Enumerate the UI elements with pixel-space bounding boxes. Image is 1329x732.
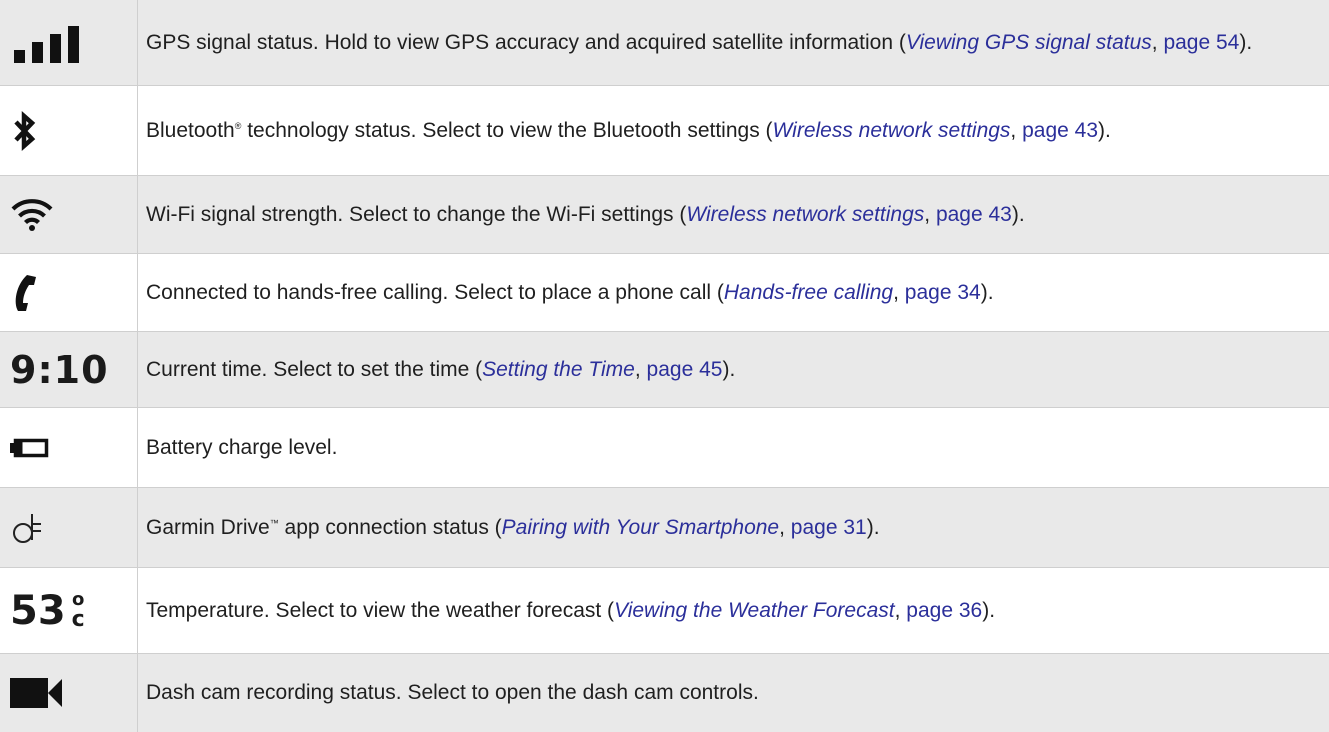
icon-cell (0, 654, 138, 732)
dash-cam-icon (10, 678, 62, 708)
description-text: Connected to hands-free calling. Select … (146, 280, 724, 304)
separator: , (924, 202, 936, 226)
phone-icon (15, 274, 36, 311)
icon-cell (0, 86, 138, 175)
description-cell: Wi-Fi signal strength. Select to change … (138, 176, 1329, 253)
status-icon-table: GPS signal status. Hold to view GPS accu… (0, 0, 1329, 732)
garmin-drive-icon (13, 513, 41, 543)
closing-text: ). (722, 357, 736, 381)
closing-text: ). (1098, 118, 1111, 142)
wifi-icon (11, 198, 53, 231)
cross-reference-link[interactable]: Pairing with Your Smartphone (502, 516, 779, 539)
table-row: Connected to hands-free calling. Select … (0, 254, 1329, 332)
clock-icon: 9:10 (10, 347, 109, 392)
separator: , (894, 598, 907, 622)
icon-cell: 53 o c (0, 568, 138, 653)
cross-reference-link[interactable]: Viewing GPS signal status (906, 31, 1152, 54)
bluetooth-icon (14, 110, 36, 151)
degree-unit-icon: o c (71, 588, 85, 632)
table-row: GPS signal status. Hold to view GPS accu… (0, 0, 1329, 86)
page-reference-link[interactable]: page 45 (647, 358, 723, 381)
page-reference-link[interactable]: page 34 (905, 281, 981, 304)
page-reference-link[interactable]: page 43 (1022, 119, 1098, 142)
cross-reference-link[interactable]: Viewing the Weather Forecast (614, 599, 895, 622)
icon-cell (0, 488, 138, 567)
description-text: Wi-Fi signal strength. Select to change … (146, 202, 687, 226)
closing-text: ). (980, 280, 994, 304)
separator: , (634, 357, 647, 381)
description-text-cont: app connection status ( (278, 515, 502, 539)
gps-signal-icon (14, 25, 79, 63)
description-text: Bluetooth (146, 118, 235, 142)
page-reference-link[interactable]: page 43 (936, 203, 1012, 226)
table-row: Garmin Drive™ app connection status (Pai… (0, 488, 1329, 568)
table-row: Dash cam recording status. Select to ope… (0, 654, 1329, 732)
temperature-icon: 53 (10, 587, 66, 634)
cross-reference-link[interactable]: Wireless network settings (686, 203, 924, 226)
trademark-mark: ™ (269, 517, 279, 528)
table-row: 9:10 Current time. Select to set the tim… (0, 332, 1329, 408)
cross-reference-link[interactable]: Hands-free calling (724, 281, 893, 304)
closing-text: ). (1239, 30, 1253, 54)
table-row: Battery charge level. (0, 408, 1329, 488)
unit-letter: c (71, 606, 85, 632)
table-row: Bluetooth® technology status. Select to … (0, 86, 1329, 176)
description-cell: Connected to hands-free calling. Select … (138, 254, 1329, 331)
description-text: Temperature. Select to view the weather … (146, 598, 615, 622)
cross-reference-link[interactable]: Setting the Time (482, 358, 635, 381)
icon-cell (0, 408, 138, 487)
description-cell: Battery charge level. (138, 408, 1329, 487)
description-cell: Temperature. Select to view the weather … (138, 568, 1329, 653)
description-cell: GPS signal status. Hold to view GPS accu… (138, 0, 1329, 85)
cross-reference-link[interactable]: Wireless network settings (773, 119, 1011, 142)
separator: , (779, 515, 791, 539)
separator: , (893, 280, 905, 304)
table-row: 53 o c Temperature. Select to view the w… (0, 568, 1329, 654)
description-cell: Garmin Drive™ app connection status (Pai… (138, 488, 1329, 567)
description-cell: Current time. Select to set the time (Se… (138, 332, 1329, 407)
description-text: Current time. Select to set the time ( (146, 357, 483, 381)
closing-text: ). (866, 515, 880, 539)
battery-icon (10, 438, 49, 457)
description-text: Garmin Drive (146, 515, 270, 539)
page-reference-link[interactable]: page 36 (906, 599, 982, 622)
description-text: GPS signal status. Hold to view GPS accu… (146, 30, 906, 54)
icon-cell (0, 0, 138, 85)
description-cell: Dash cam recording status. Select to ope… (138, 654, 1329, 732)
table-row: Wi-Fi signal strength. Select to change … (0, 176, 1329, 254)
description-text: Battery charge level. (146, 435, 338, 459)
separator: , (1010, 118, 1023, 142)
page-reference-link[interactable]: page 31 (791, 516, 867, 539)
closing-text: ). (1011, 202, 1025, 226)
description-text-cont: technology status. Select to view the Bl… (241, 118, 773, 142)
degree-symbol: o (72, 588, 85, 610)
page-reference-link[interactable]: page 54 (1163, 31, 1239, 54)
closing-text: ). (982, 598, 996, 622)
description-text: Dash cam recording status. Select to ope… (146, 681, 759, 705)
description-cell: Bluetooth® technology status. Select to … (138, 86, 1329, 175)
separator: , (1151, 30, 1164, 54)
icon-cell (0, 254, 138, 331)
icon-cell (0, 176, 138, 253)
icon-cell: 9:10 (0, 332, 138, 407)
